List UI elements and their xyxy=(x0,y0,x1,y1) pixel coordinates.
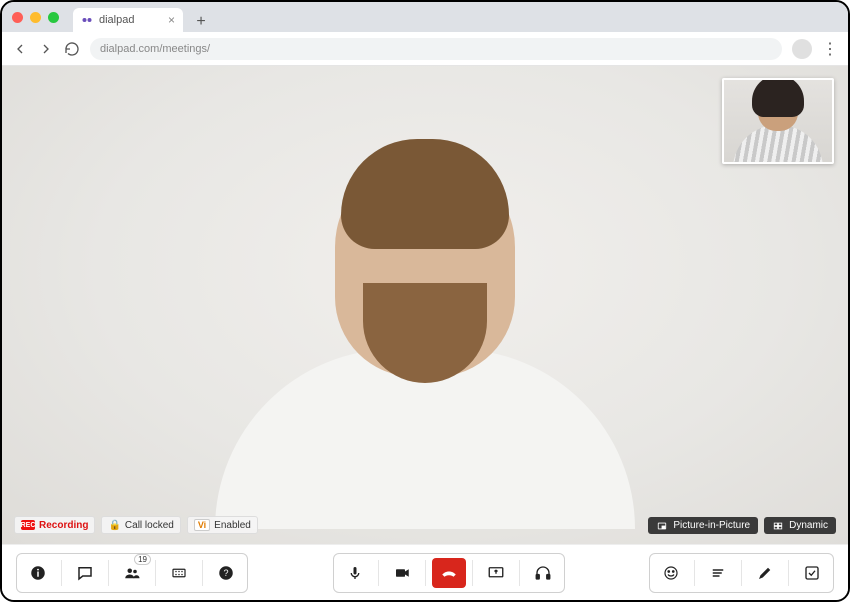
svg-text:?: ? xyxy=(223,568,228,578)
participants-button[interactable]: 19 xyxy=(115,558,149,588)
tab-strip: dialpad × + xyxy=(2,2,848,32)
tasks-button[interactable] xyxy=(795,558,829,588)
camera-button[interactable] xyxy=(385,558,419,588)
url-input[interactable]: dialpad.com/meetings/ xyxy=(90,38,782,60)
audio-device-button[interactable] xyxy=(526,558,560,588)
window-controls xyxy=(10,2,65,32)
lines-icon xyxy=(709,564,727,582)
recording-icon: REC xyxy=(21,520,35,530)
tab-favicon-icon xyxy=(81,14,93,26)
back-button[interactable] xyxy=(12,41,28,57)
end-call-button[interactable] xyxy=(432,558,466,588)
pip-mode-button[interactable]: Picture-in-Picture xyxy=(648,517,758,534)
camera-icon xyxy=(393,564,411,582)
layout-mode-button[interactable]: Dynamic xyxy=(764,517,836,534)
help-button[interactable]: ? xyxy=(209,558,243,588)
toolbar-center-group xyxy=(333,553,565,593)
recording-label: Recording xyxy=(39,520,88,531)
new-tab-button[interactable]: + xyxy=(191,12,211,32)
dialpad-icon xyxy=(170,564,188,582)
toolbar-right-group xyxy=(649,553,834,593)
annotate-button[interactable] xyxy=(748,558,782,588)
share-screen-icon xyxy=(487,564,505,582)
call-locked-chip[interactable]: 🔒 Call locked xyxy=(101,516,180,534)
pencil-icon xyxy=(756,564,774,582)
checkbox-icon xyxy=(803,564,821,582)
info-button[interactable] xyxy=(21,558,55,588)
lock-icon: 🔒 xyxy=(108,520,120,531)
status-chips: REC Recording 🔒 Call locked Vi Enabled xyxy=(14,516,258,534)
pip-label: Picture-in-Picture xyxy=(673,520,750,531)
browser-profile-icon[interactable] xyxy=(792,39,812,59)
headphones-icon xyxy=(534,564,552,582)
tab-title: dialpad xyxy=(99,14,134,26)
self-silhouette xyxy=(733,83,823,164)
grid-icon xyxy=(772,521,784,531)
vi-label: Enabled xyxy=(214,520,251,531)
dialpad-button[interactable] xyxy=(162,558,196,588)
microphone-icon xyxy=(346,564,364,582)
participant-silhouette xyxy=(215,157,635,529)
tab-close-icon[interactable]: × xyxy=(168,13,175,27)
smile-icon xyxy=(662,564,680,582)
forward-button[interactable] xyxy=(38,41,54,57)
video-area: REC Recording 🔒 Call locked Vi Enabled P… xyxy=(2,66,848,544)
recording-chip[interactable]: REC Recording xyxy=(14,516,95,534)
share-screen-button[interactable] xyxy=(479,558,513,588)
browser-window: dialpad × + dialpad.com/meetings/ ⋮ xyxy=(0,0,850,602)
pip-icon xyxy=(656,521,668,531)
close-window-icon[interactable] xyxy=(12,12,23,23)
self-view-pip[interactable] xyxy=(722,78,834,164)
hangup-icon xyxy=(440,564,458,582)
mute-button[interactable] xyxy=(338,558,372,588)
browser-tab[interactable]: dialpad × xyxy=(73,8,183,32)
vi-chip[interactable]: Vi Enabled xyxy=(187,516,258,534)
info-icon xyxy=(29,564,47,582)
maximize-window-icon[interactable] xyxy=(48,12,59,23)
chat-icon xyxy=(76,564,94,582)
reload-button[interactable] xyxy=(64,41,80,57)
help-icon: ? xyxy=(217,564,235,582)
address-bar-row: dialpad.com/meetings/ ⋮ xyxy=(2,32,848,66)
toolbar-left-group: 19 ? xyxy=(16,553,248,593)
reactions-button[interactable] xyxy=(654,558,688,588)
participants-count-badge: 19 xyxy=(134,554,151,565)
lock-label: Call locked xyxy=(125,520,174,531)
chat-button[interactable] xyxy=(68,558,102,588)
minimize-window-icon[interactable] xyxy=(30,12,41,23)
meeting-toolbar: 19 ? xyxy=(2,544,848,600)
browser-menu-icon[interactable]: ⋮ xyxy=(822,39,838,59)
url-text: dialpad.com/meetings/ xyxy=(100,43,210,55)
vi-icon: Vi xyxy=(194,519,210,531)
people-icon xyxy=(123,564,141,582)
transcript-button[interactable] xyxy=(701,558,735,588)
view-mode-pills: Picture-in-Picture Dynamic xyxy=(648,517,836,534)
layout-label: Dynamic xyxy=(789,520,828,531)
